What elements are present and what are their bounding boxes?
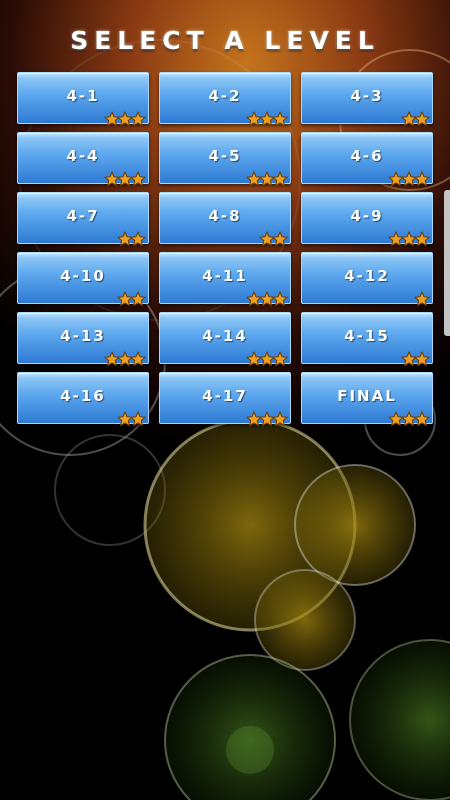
level-label: 4-1	[66, 87, 100, 105]
star-rating	[246, 107, 288, 127]
level-label: 4-13	[60, 327, 106, 345]
star-icon	[130, 171, 146, 187]
star-icon	[130, 231, 146, 247]
level-button[interactable]: 4-17	[159, 372, 291, 427]
star-rating	[104, 347, 146, 367]
star-icon	[272, 231, 288, 247]
star-rating	[414, 287, 430, 307]
star-icon	[414, 171, 430, 187]
star-rating	[246, 407, 288, 427]
star-rating	[117, 287, 146, 307]
star-icon	[414, 291, 430, 307]
star-rating	[259, 227, 288, 247]
star-icon	[130, 111, 146, 127]
star-icon	[130, 351, 146, 367]
level-label: 4-3	[350, 87, 384, 105]
level-label: 4-17	[202, 387, 248, 405]
page-title: SELECT A LEVEL	[70, 26, 380, 55]
level-label: 4-9	[350, 207, 384, 225]
level-label: 4-8	[208, 207, 242, 225]
level-label: 4-10	[60, 267, 106, 285]
level-button[interactable]: 4-7	[17, 192, 149, 247]
level-button[interactable]: 4-15	[301, 312, 433, 367]
star-rating	[246, 347, 288, 367]
level-button[interactable]: 4-9	[301, 192, 433, 247]
star-rating	[388, 227, 430, 247]
level-label: 4-14	[202, 327, 248, 345]
star-rating	[388, 167, 430, 187]
level-label: 4-2	[208, 87, 242, 105]
star-icon	[272, 351, 288, 367]
star-icon	[130, 291, 146, 307]
star-icon	[272, 291, 288, 307]
star-icon	[272, 171, 288, 187]
level-button[interactable]: 4-6	[301, 132, 433, 187]
star-rating	[401, 107, 430, 127]
star-icon	[414, 231, 430, 247]
level-button[interactable]: FINAL	[301, 372, 433, 427]
level-grid: 4-1 4-2 4-3 4-4 4-5 4-6 4-7 4-8 4-9 4-10 4-11 4-12 4…	[17, 72, 433, 427]
star-icon	[272, 111, 288, 127]
level-button[interactable]: 4-10	[17, 252, 149, 307]
star-icon	[130, 411, 146, 427]
level-label: 4-6	[350, 147, 384, 165]
star-rating	[246, 167, 288, 187]
level-label: 4-16	[60, 387, 106, 405]
level-label: 4-5	[208, 147, 242, 165]
star-rating	[388, 407, 430, 427]
level-button[interactable]: 4-13	[17, 312, 149, 367]
star-rating	[117, 227, 146, 247]
level-label: 4-15	[344, 327, 390, 345]
level-button[interactable]: 4-16	[17, 372, 149, 427]
star-rating	[104, 167, 146, 187]
scrollbar[interactable]	[444, 190, 450, 336]
level-button[interactable]: 4-8	[159, 192, 291, 247]
level-button[interactable]: 4-3	[301, 72, 433, 127]
level-button[interactable]: 4-1	[17, 72, 149, 127]
level-button[interactable]: 4-2	[159, 72, 291, 127]
star-rating	[104, 107, 146, 127]
star-rating	[246, 287, 288, 307]
level-button[interactable]: 4-12	[301, 252, 433, 307]
star-icon	[272, 411, 288, 427]
level-label: 4-12	[344, 267, 390, 285]
level-label: FINAL	[337, 387, 397, 405]
level-button[interactable]: 4-14	[159, 312, 291, 367]
level-label: 4-7	[66, 207, 100, 225]
level-button[interactable]: 4-5	[159, 132, 291, 187]
star-icon	[414, 411, 430, 427]
level-label: 4-11	[202, 267, 248, 285]
star-rating	[117, 407, 146, 427]
star-icon	[414, 351, 430, 367]
star-icon	[414, 111, 430, 127]
level-label: 4-4	[66, 147, 100, 165]
level-button[interactable]: 4-4	[17, 132, 149, 187]
level-button[interactable]: 4-11	[159, 252, 291, 307]
star-rating	[401, 347, 430, 367]
